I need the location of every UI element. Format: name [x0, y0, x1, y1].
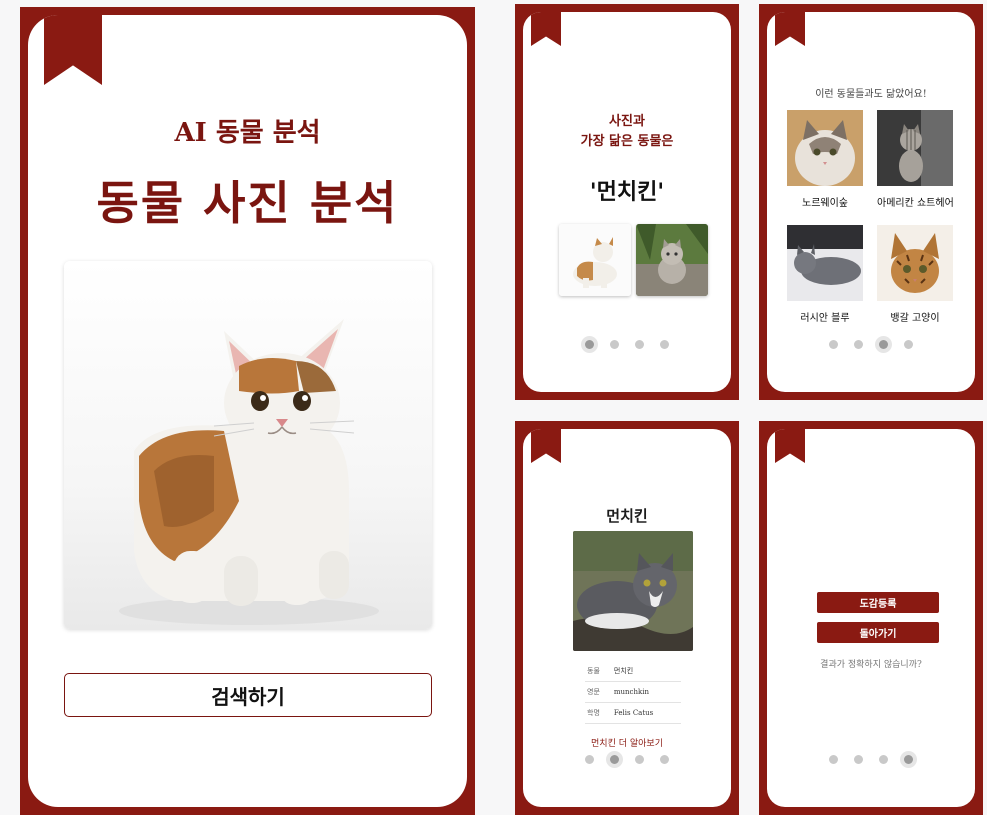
result-caption: 사진과 가장 닮은 동물은: [523, 112, 731, 152]
breed-info-table: 동물 먼치킨 영문 munchkin 학명 Felis Catus: [585, 661, 681, 724]
page-dot-1[interactable]: [829, 755, 838, 764]
similar-item-label: 노르웨이숲: [802, 198, 848, 209]
result-screen-card: 사진과 가장 닮은 동물은 '먼치킨': [523, 12, 731, 392]
detail-title: 먼치킨: [606, 507, 648, 525]
bookmark-ribbon-icon: [775, 12, 805, 46]
similar-item-4[interactable]: 뱅갈 고양이: [877, 225, 953, 324]
page-dot-3[interactable]: [879, 340, 888, 349]
page-dot-2[interactable]: [610, 755, 619, 764]
app-subtitle: AI 동물 분석: [174, 118, 321, 148]
bengal-cat-image: [877, 225, 953, 301]
norwegian-forest-cat-image: [787, 110, 863, 186]
main-screen-card: AI 동물 분석 동물 사진 분석 검색하기: [28, 15, 467, 807]
bookmark-ribbon-icon: [531, 12, 561, 46]
page-dot-4[interactable]: [660, 340, 669, 349]
main-screen-frame: AI 동물 분석 동물 사진 분석 검색하기: [20, 7, 475, 815]
page-dot-4[interactable]: [904, 755, 913, 764]
result-screen-frame: 사진과 가장 닮은 동물은 '먼치킨': [515, 4, 739, 400]
pagination-dots: [767, 755, 975, 764]
detail-screen-card: 먼치킨 동물 먼치킨 영문 munchkin 학명 Felis Catus 먼치…: [523, 429, 731, 807]
page-dot-4[interactable]: [904, 340, 913, 349]
bookmark-ribbon-icon: [531, 429, 561, 463]
pagination-dots: [523, 755, 731, 764]
info-value: munchkin: [611, 681, 681, 703]
similar-heading: 이런 동물들과도 닮았어요!: [815, 89, 927, 100]
page-dot-2[interactable]: [854, 340, 863, 349]
register-collection-button[interactable]: 도감등록: [817, 592, 939, 613]
info-key: 영문: [585, 681, 612, 703]
info-key: 학명: [585, 702, 612, 724]
table-row: 영문 munchkin: [585, 681, 681, 703]
similar-item-3[interactable]: 러시안 블루: [787, 225, 863, 324]
page-dot-4[interactable]: [660, 755, 669, 764]
page-dot-2[interactable]: [854, 755, 863, 764]
bookmark-ribbon-icon: [775, 429, 805, 463]
search-button[interactable]: 검색하기: [64, 673, 432, 717]
detail-breed-photo: [573, 531, 693, 651]
pagination-dots: [523, 340, 731, 349]
info-key: 동물: [585, 661, 612, 682]
pagination-dots: [767, 340, 975, 349]
page-dot-3[interactable]: [879, 755, 888, 764]
page-dot-1[interactable]: [829, 340, 838, 349]
result-breed-name: '먼치킨': [589, 179, 665, 205]
info-value: 먼치킨: [611, 661, 681, 682]
back-button[interactable]: 돌아가기: [817, 622, 939, 643]
similar-screen-card: 이런 동물들과도 닮았어요! 노르웨이숲 아메리칸 쇼트헤어 러시안 블루 뱅갈…: [767, 12, 975, 392]
detail-screen-frame: 먼치킨 동물 먼치킨 영문 munchkin 학명 Felis Catus 먼치…: [515, 421, 739, 815]
page-dot-3[interactable]: [635, 340, 644, 349]
page-dot-1[interactable]: [585, 340, 594, 349]
result-thumbnail-1[interactable]: [559, 224, 631, 296]
page-dot-1[interactable]: [585, 755, 594, 764]
info-value: Felis Catus: [611, 702, 681, 724]
result-caption-line2: 가장 닮은 동물은: [580, 134, 674, 149]
cat-thumbnail-image: [559, 224, 631, 296]
page-title: 동물 사진 분석: [96, 176, 399, 230]
table-row: 동물 먼치킨: [585, 661, 681, 682]
similar-item-label: 러시안 블루: [800, 313, 850, 324]
accuracy-question[interactable]: 결과가 정확하지 않습니까?: [767, 657, 975, 670]
similar-item-label: 아메리칸 쇼트헤어: [877, 198, 954, 209]
similar-item-2[interactable]: 아메리칸 쇼트헤어: [877, 110, 954, 209]
result-caption-line1: 사진과: [609, 114, 645, 129]
russian-blue-image: [787, 225, 863, 301]
munchkin-cat-illustration: [119, 319, 379, 625]
similar-screen-frame: 이런 동물들과도 닮았어요! 노르웨이숲 아메리칸 쇼트헤어 러시안 블루 뱅갈…: [759, 4, 983, 400]
bookmark-ribbon-icon: [44, 15, 102, 85]
actions-screen-card: 도감등록 돌아가기 결과가 정확하지 않습니까?: [767, 429, 975, 807]
similar-item-1[interactable]: 노르웨이숲: [787, 110, 863, 209]
result-thumbnail-2[interactable]: [636, 224, 708, 296]
table-row: 학명 Felis Catus: [585, 702, 681, 724]
actions-screen-frame: 도감등록 돌아가기 결과가 정확하지 않습니까?: [759, 421, 983, 815]
page-dot-2[interactable]: [610, 340, 619, 349]
kitten-thumbnail-image: [636, 224, 708, 296]
uploaded-cat-photo[interactable]: [64, 261, 432, 629]
american-shorthair-image: [877, 110, 953, 186]
similar-item-label: 뱅갈 고양이: [890, 313, 940, 324]
learn-more-link[interactable]: 먼치킨 더 알아보기: [523, 736, 731, 749]
page-dot-3[interactable]: [635, 755, 644, 764]
